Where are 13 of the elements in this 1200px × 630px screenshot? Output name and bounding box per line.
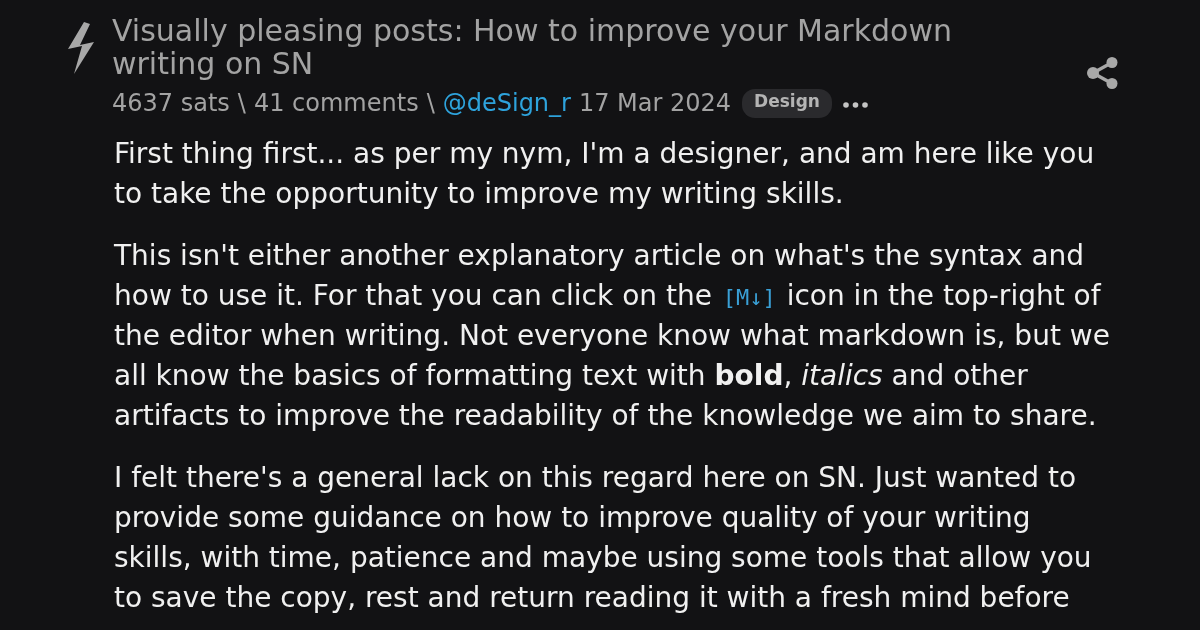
share-icon[interactable]: [1087, 57, 1118, 89]
post-title[interactable]: Visually pleasing posts: How to improve your Markdown writing on SN: [112, 14, 1012, 80]
body-paragraph: I felt there's a general lack on this regard here on SN. Just wanted to provide some guidance on how to improve quality of your writing skills, with time, patience and maybe using some tools that allow you to save the copy, rest and return reading it with a fresh mind before: [114, 460, 1093, 616]
more-options-icon[interactable]: [842, 101, 868, 108]
meta-separator: \: [237, 88, 246, 118]
body-paragraph: This isn't either another explanatory article on what's the syntax and how to use it. For that you can click on the [M↓] icon in the top-right of the editor when writing. Not everyone know what markdown is, but we all know the basics of formatting text with bold, italics and other artifacts to improve the readability of the knowledge we aim to share.: [114, 238, 1111, 434]
body-paragraph: First thing first... as per my nym, I'm a designer, and am here like you to take the opportunity to improve my writing skills.: [114, 136, 1096, 212]
sats-count: 4637 sats: [112, 88, 230, 118]
author-link[interactable]: @deSign_r: [442, 88, 571, 118]
post-date: 17 Mar 2024: [578, 88, 732, 118]
tag-badge[interactable]: Design: [742, 88, 832, 118]
meta-separator: \: [426, 88, 435, 118]
comments-link[interactable]: 41 comments: [253, 88, 419, 118]
